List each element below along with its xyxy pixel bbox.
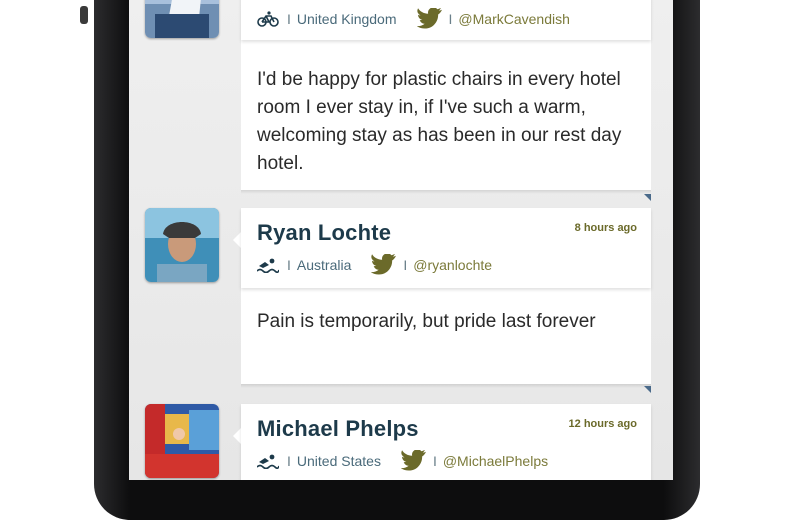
separator: I	[448, 11, 453, 27]
twitter-bird-icon[interactable]	[400, 450, 427, 472]
tweet-meta: I United States I @MichaelPhelps	[257, 450, 548, 472]
tweet-header: I United Kingdom I @MarkCavendish	[241, 0, 651, 40]
timestamp: 8 hours ago	[574, 222, 637, 234]
card-shadow	[241, 384, 651, 388]
card-corner-marker	[644, 386, 651, 393]
feed-item[interactable]: I United Kingdom I @MarkCavendish I'd be…	[129, 0, 673, 201]
card-pointer	[233, 428, 241, 444]
tweet-meta: I United Kingdom I @MarkCavendish	[257, 8, 570, 30]
separator: I	[432, 453, 437, 469]
tweet-meta: I Australia I @ryanlochte	[257, 254, 492, 276]
twitter-handle[interactable]: @MarkCavendish	[458, 11, 569, 27]
tweet-card: Michael Phelps 12 hours ago I United Sta…	[233, 404, 651, 480]
feed-item[interactable]: Michael Phelps 12 hours ago I United Sta…	[129, 394, 673, 480]
tweet-card: Ryan Lochte 8 hours ago I Australia I @r…	[233, 208, 651, 388]
tweet-card: I United Kingdom I @MarkCavendish I'd be…	[241, 0, 651, 194]
twitter-bird-icon[interactable]	[371, 254, 397, 276]
card-pointer	[233, 232, 241, 248]
twitter-bird-icon[interactable]	[416, 8, 443, 30]
user-name[interactable]: Ryan Lochte	[257, 220, 391, 246]
tweet-header: Ryan Lochte 8 hours ago I Australia I @r…	[241, 208, 651, 288]
avatar[interactable]	[145, 208, 219, 282]
avatar[interactable]	[145, 0, 219, 38]
country-label: United Kingdom	[296, 11, 397, 27]
twitter-handle[interactable]: @MichaelPhelps	[443, 453, 548, 469]
phone-side-button	[80, 6, 88, 24]
tweet-text: I'd be happy for plastic chairs in every…	[257, 69, 622, 174]
card-shadow	[241, 190, 651, 194]
tweet-header: Michael Phelps 12 hours ago I United Sta…	[241, 404, 651, 480]
phone-screen: I United Kingdom I @MarkCavendish I'd be…	[129, 0, 673, 480]
user-name[interactable]: Michael Phelps	[257, 416, 419, 442]
separator: I	[287, 453, 291, 469]
separator: I	[287, 11, 291, 27]
country-label: Australia	[296, 257, 352, 273]
country-label: United States	[296, 453, 381, 469]
separator: I	[287, 257, 291, 273]
timestamp: 12 hours ago	[568, 418, 637, 430]
swimming-icon	[257, 258, 279, 273]
tweet-text: Pain is temporarily, but pride last fore…	[257, 311, 596, 332]
swimming-icon	[257, 454, 279, 469]
cycling-icon	[257, 11, 279, 27]
feed-item[interactable]: Ryan Lochte 8 hours ago I Australia I @r…	[129, 198, 673, 394]
separator: I	[403, 257, 408, 273]
twitter-handle[interactable]: @ryanlochte	[413, 257, 492, 273]
avatar[interactable]	[145, 404, 219, 478]
